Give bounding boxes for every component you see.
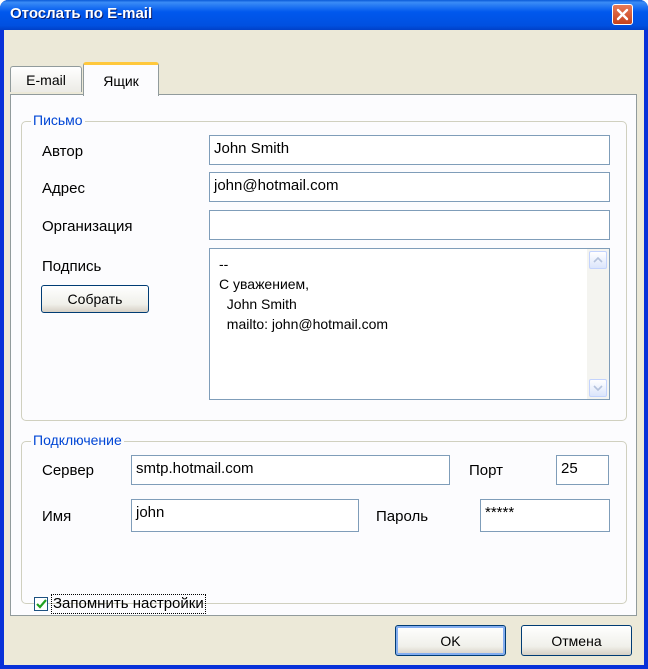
- port-label: Порт: [469, 462, 504, 479]
- scroll-up-button[interactable]: [589, 251, 607, 269]
- letter-group-title: Письмо: [31, 112, 85, 128]
- window-title: Отослать по E-mail: [10, 5, 153, 22]
- signature-scrollbar[interactable]: [587, 249, 609, 399]
- scroll-down-button[interactable]: [589, 379, 607, 397]
- signature-line: --: [219, 256, 229, 272]
- signature-line: mailto: john@hotmail.com: [219, 316, 389, 332]
- ok-button[interactable]: OK: [395, 625, 506, 656]
- signature-textarea[interactable]: -- С уважением, John Smith mailto: john@…: [209, 248, 610, 400]
- cancel-button[interactable]: Отмена: [521, 625, 632, 656]
- signature-line: С уважением,: [219, 276, 310, 292]
- checkmark-icon: [35, 599, 47, 609]
- address-label: Адрес: [42, 180, 85, 197]
- name-label: Имя: [42, 508, 72, 525]
- scroll-down-icon: [593, 385, 603, 391]
- port-field[interactable]: 25: [556, 455, 609, 485]
- connection-group-title: Подключение: [31, 432, 124, 448]
- collect-button[interactable]: Собрать: [41, 285, 149, 313]
- address-field[interactable]: john@hotmail.com: [209, 172, 610, 202]
- server-label: Сервер: [42, 462, 95, 479]
- author-label: Автор: [42, 143, 84, 160]
- close-icon: [616, 8, 629, 21]
- name-field[interactable]: john: [131, 499, 359, 532]
- organization-label: Организация: [42, 218, 133, 235]
- password-field[interactable]: *****: [480, 499, 610, 532]
- server-field[interactable]: smtp.hotmail.com: [131, 455, 450, 485]
- signature-label: Подпись: [42, 258, 102, 275]
- password-label: Пароль: [376, 508, 429, 525]
- tab-email[interactable]: E-mail: [10, 66, 82, 92]
- author-field[interactable]: John Smith: [209, 135, 610, 165]
- tab-mailbox[interactable]: Ящик: [83, 62, 159, 96]
- remember-label[interactable]: Запомнить настройки: [51, 594, 206, 614]
- close-button[interactable]: [612, 4, 633, 25]
- title-bar[interactable]: Отослать по E-mail: [0, 0, 648, 30]
- organization-field[interactable]: [209, 210, 610, 240]
- signature-line: John Smith: [219, 296, 297, 312]
- scroll-up-icon: [593, 257, 603, 263]
- remember-checkbox[interactable]: [34, 597, 48, 611]
